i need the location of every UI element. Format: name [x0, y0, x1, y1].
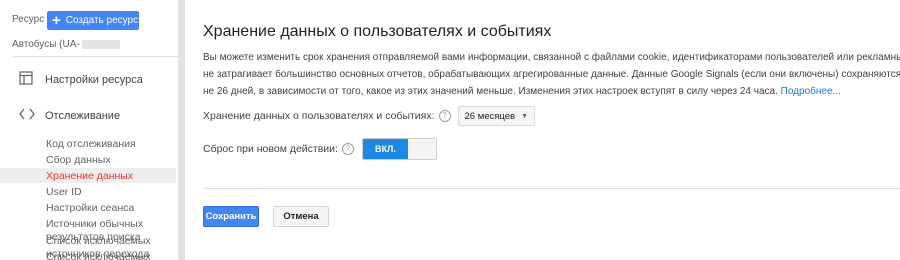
nav-tracking-label: Отслеживание — [45, 110, 121, 122]
retention-label: Хранение данных о пользователях и событи… — [203, 110, 435, 122]
plus-icon: + — [52, 12, 61, 29]
page-title: Хранение данных о пользователях и событи… — [203, 23, 552, 40]
sub-item-tracking-code[interactable]: Код отслеживания — [46, 138, 136, 151]
nav-property-settings-label: Настройки ресурса — [45, 74, 143, 86]
retention-row: Хранение данных о пользователях и событи… — [203, 106, 536, 126]
code-icon — [19, 107, 35, 125]
reset-toggle[interactable]: ВКЛ. — [361, 138, 437, 160]
toggle-knob — [407, 139, 436, 159]
property-name[interactable]: Автобусы (UA- — [12, 39, 80, 50]
sub-item-exclusion-list[interactable]: Список исключаемых — [46, 251, 151, 260]
toggle-on-label: ВКЛ. — [362, 139, 408, 159]
nav-tracking[interactable]: Отслеживание — [0, 104, 178, 128]
sub-item-user-id[interactable]: User ID — [46, 186, 82, 199]
save-button[interactable]: Сохранить — [203, 206, 259, 227]
cancel-button[interactable]: Отмена — [273, 206, 329, 227]
help-icon[interactable]: ? — [438, 110, 451, 122]
property-id-redacted — [82, 40, 120, 49]
create-resource-label: Создать ресурс — [65, 15, 139, 26]
caret-down-icon: ▼ — [521, 112, 529, 120]
sidebar: Ресурс + Создать ресурс Автобусы (UA- На… — [0, 0, 178, 260]
sub-item-data-collection[interactable]: Сбор данных — [46, 154, 111, 167]
sub-item-session-settings[interactable]: Настройки сеанса — [46, 202, 134, 215]
sidebar-scrollbar[interactable] — [178, 0, 185, 260]
retention-value: 26 месяцев — [464, 110, 516, 122]
help-icon[interactable]: ? — [341, 143, 354, 155]
description: Вы можете изменить срок хранения отправл… — [203, 49, 900, 100]
learn-more-link[interactable]: Подробнее... — [781, 86, 841, 97]
reset-label: Сброс при новом действии: — [203, 143, 338, 155]
retention-dropdown[interactable]: 26 месяцев ▼ — [457, 106, 536, 126]
property-settings-icon — [19, 70, 33, 90]
reset-row: Сброс при новом действии: ? ВКЛ. — [203, 138, 437, 160]
description-line: Вы можете изменить срок хранения отправл… — [203, 52, 900, 63]
form-divider — [203, 188, 900, 189]
sub-item-data-retention[interactable]: Хранение данных — [46, 170, 133, 183]
nav-property-settings[interactable]: Настройки ресурса — [0, 68, 178, 92]
create-resource-button[interactable]: + Создать ресурс — [47, 11, 139, 30]
resource-label: Ресурс — [12, 14, 45, 25]
main-panel: Хранение данных о пользователях и событи… — [203, 0, 900, 260]
description-line: не затрагивает большинство основных отче… — [203, 69, 900, 80]
sidebar-divider — [12, 56, 178, 57]
description-line: не 26 дней, в зависимости от того, какое… — [203, 86, 778, 97]
